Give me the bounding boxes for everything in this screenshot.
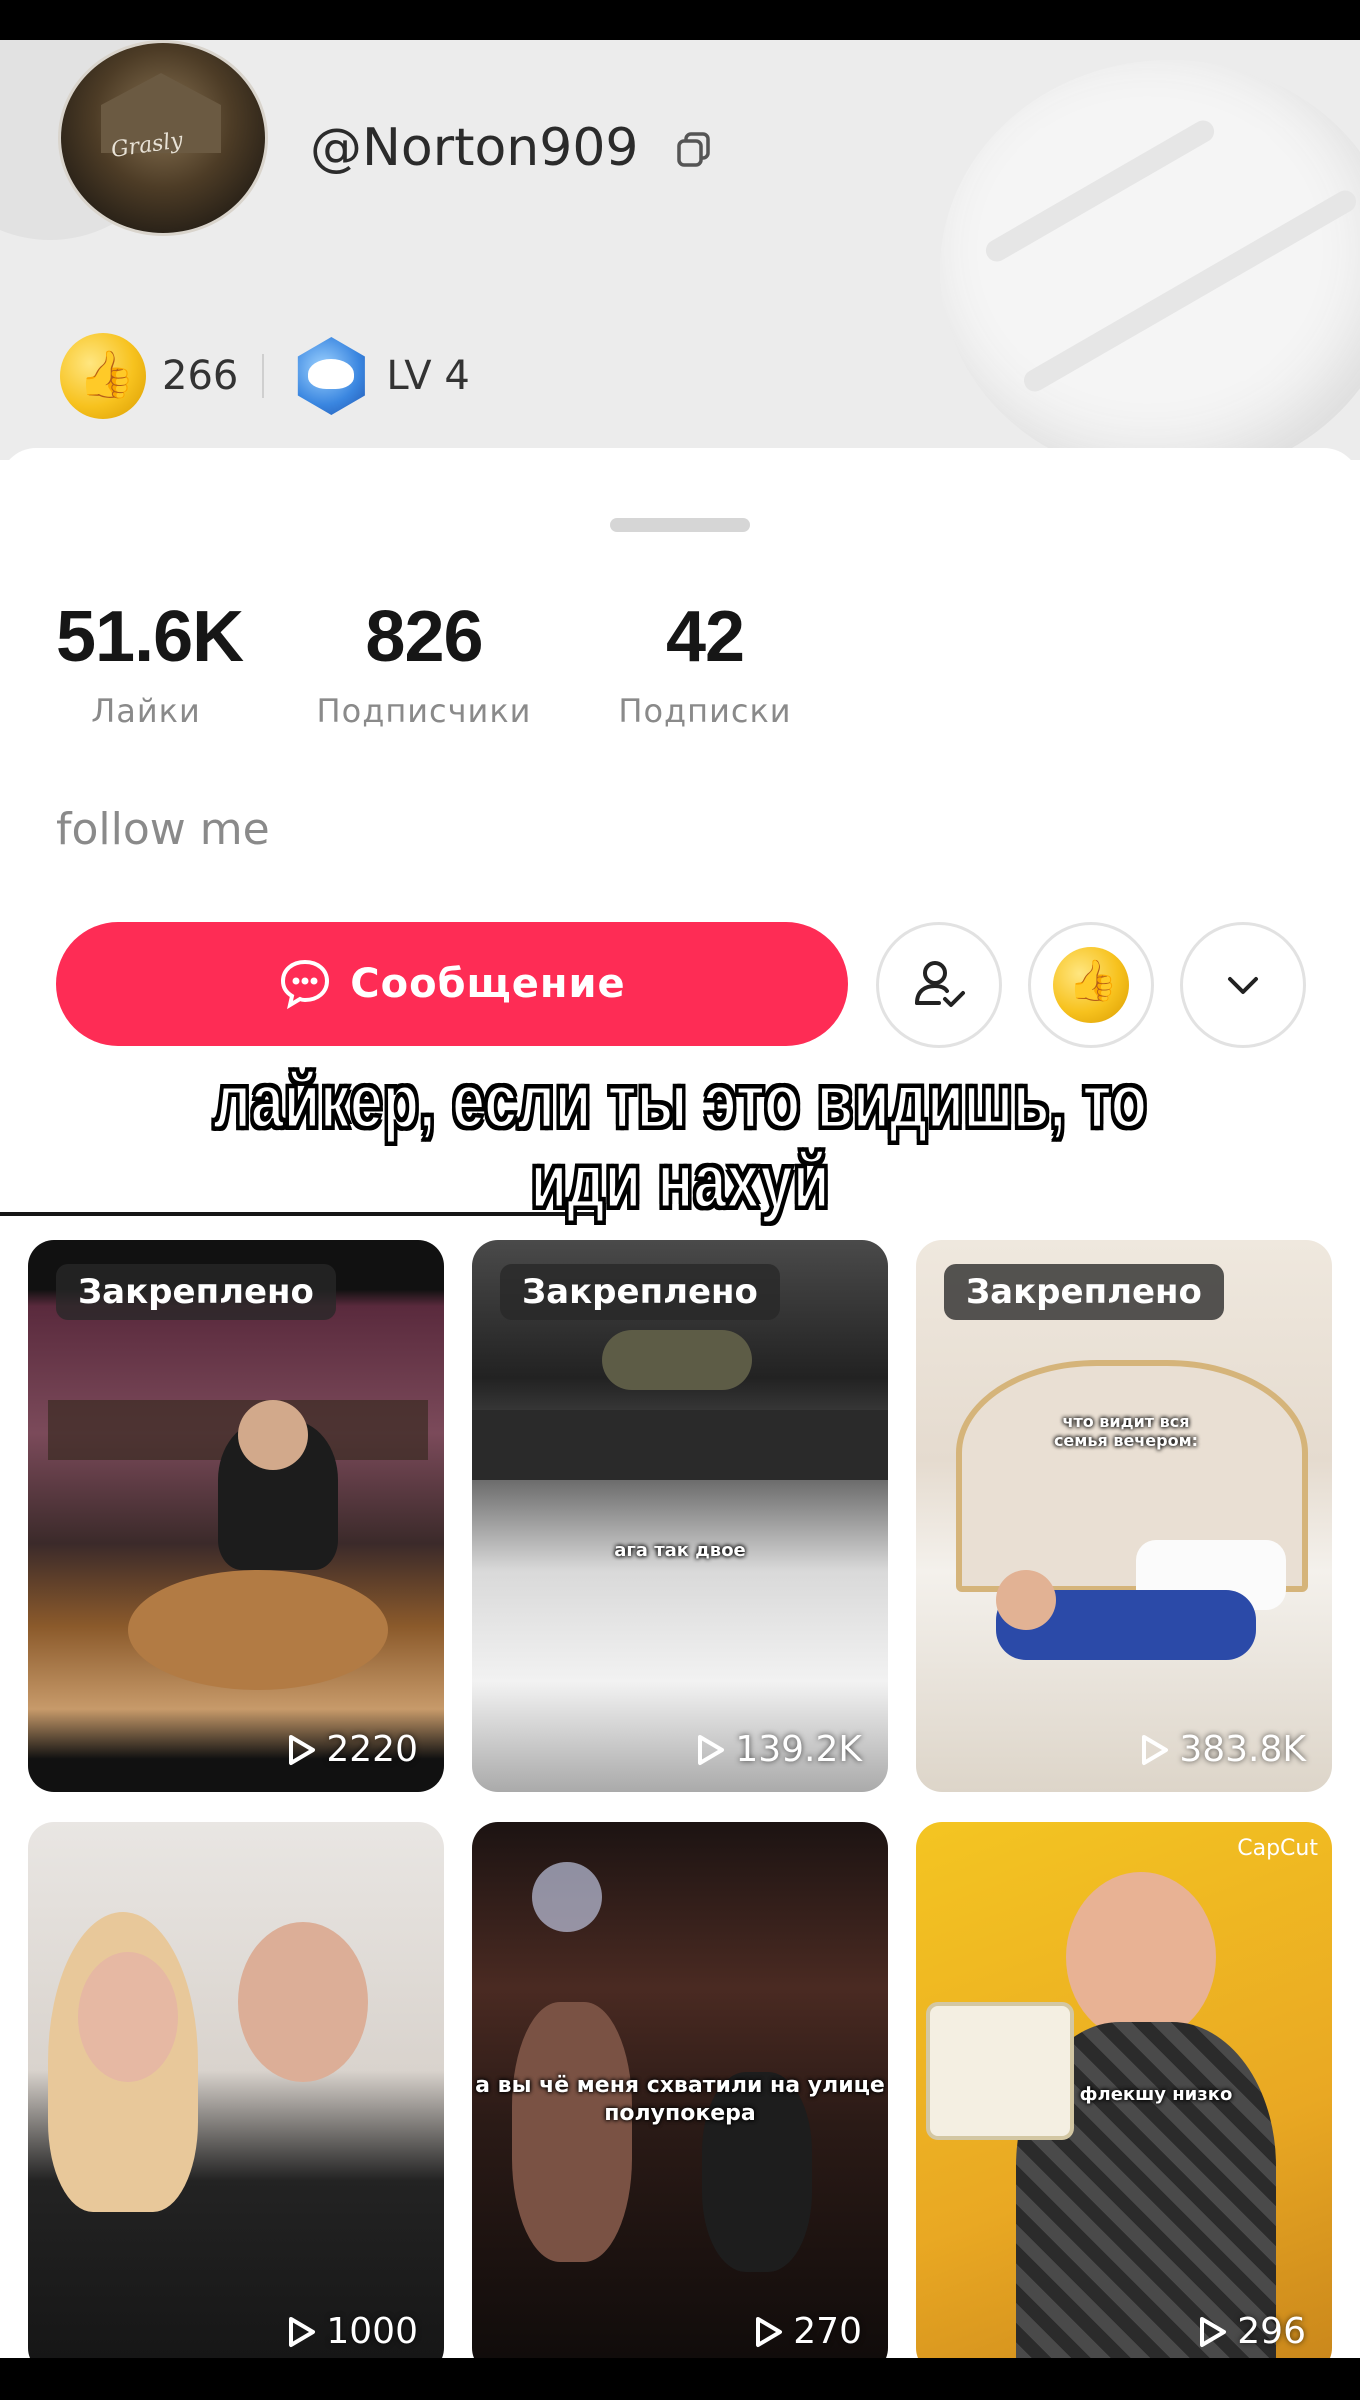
bio-text: follow me [56,804,270,855]
pinned-badge: Закреплено [56,1264,336,1320]
video-tile[interactable]: Закреплено 2220 [28,1240,444,1792]
view-count-value: 296 [1237,2311,1306,2352]
stat-value: 826 [365,597,483,677]
view-count: 383.8K [1135,1729,1306,1770]
level-badge-icon[interactable] [288,333,374,419]
coin-icon [1053,947,1129,1023]
profile-header: Grasly @Norton909 266 LV 4 [0,40,1360,460]
drag-handle[interactable] [610,518,750,532]
video-subtitle: флекшу низко [1079,2084,1233,2105]
gift-coin-button[interactable] [1028,922,1154,1048]
message-bubble-icon [281,959,330,1010]
video-subtitle: что видит вся семья вечером: [1053,1412,1199,1450]
message-button[interactable]: Сообщение [56,922,848,1046]
stat-label: Лайки [91,692,201,730]
chevron-down-icon [1228,977,1258,994]
avatar[interactable]: Grasly [58,40,268,236]
video-tile[interactable]: флекшу низко CapCut 296 [916,1822,1332,2358]
view-count: 1000 [282,2311,418,2352]
profile-sheet: 51.6K Лайки 826 Подписчики 42 Подписки f… [0,448,1360,2358]
pinned-badge: Закреплено [944,1264,1224,1320]
stat-followers[interactable]: 826 Подписчики [304,596,544,730]
message-button-label: Сообщение [350,961,626,1007]
view-count: 296 [1193,2311,1306,2352]
profile-screen: Grasly @Norton909 266 LV 4 51.6K Лайки 8… [0,40,1360,2358]
navigation-bar [0,2358,1360,2400]
play-icon [1200,2316,1227,2347]
copy-icon[interactable] [672,128,716,172]
friends-icon [915,961,965,1007]
divider [262,354,265,398]
stat-label: Подписчики [316,692,532,730]
friends-button[interactable] [876,922,1002,1048]
stat-following[interactable]: 42 Подписки [610,596,800,730]
play-icon [698,1734,725,1765]
view-count-value: 383.8K [1179,1729,1306,1770]
status-bar [0,0,1360,40]
view-count-value: 270 [793,2311,862,2352]
play-icon [1142,1734,1169,1765]
play-icon [289,1734,316,1765]
coin-icon[interactable] [60,333,146,419]
overlay-caption: лайкер, если ты это видишь, то иди нахуй [212,1059,1148,1224]
level-label: LV 4 [386,353,470,399]
header-decoration [940,60,1360,460]
video-subtitle: ага так двое [614,1540,746,1561]
video-tile[interactable]: что видит вся семья вечером: Закреплено … [916,1240,1332,1792]
pinned-badge: Закреплено [500,1264,780,1320]
view-count-value: 1000 [326,2311,418,2352]
play-icon [756,2316,783,2347]
stat-value: 51.6K [56,597,244,677]
view-count: 139.2K [691,1729,862,1770]
more-button[interactable] [1180,922,1306,1048]
view-count-value: 2220 [326,1729,418,1770]
username: @Norton909 [310,118,639,178]
view-count: 2220 [282,1729,418,1770]
stat-likes[interactable]: 51.6K Лайки [56,596,244,730]
play-icon [289,2316,316,2347]
capcut-watermark: CapCut [1237,1836,1318,1861]
coin-count: 266 [162,353,239,399]
video-tile[interactable]: 1000 [28,1822,444,2358]
video-tile[interactable]: а вы чё меня схватили на улице полупокер… [472,1822,888,2358]
video-subtitle: а вы чё меня схватили на улице полупокер… [475,2073,885,2126]
coins-level-row: 266 LV 4 [60,333,470,419]
view-count: 270 [749,2311,862,2352]
stat-label: Подписки [618,692,792,730]
view-count-value: 139.2K [735,1729,862,1770]
video-tile[interactable]: ага так двое Закреплено 139.2K [472,1240,888,1792]
stat-value: 42 [665,597,745,677]
